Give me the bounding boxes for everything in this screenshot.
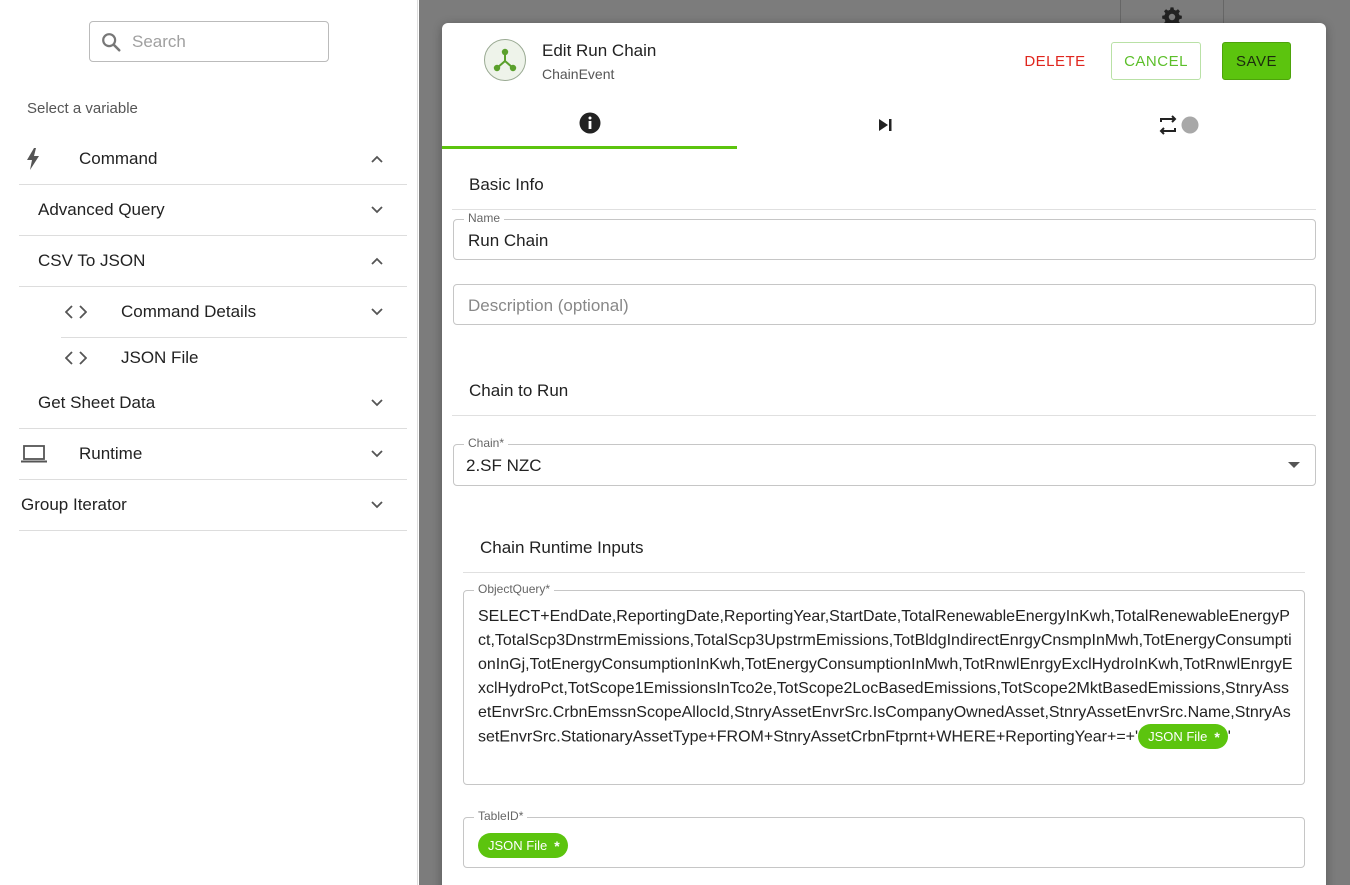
tree-item-label: JSON File [121,348,199,367]
modal-tabs [442,100,1326,149]
table-id-label: TableID* [474,809,528,823]
basic-info-heading: Basic Info [469,175,544,194]
tree-item-csv-to-json[interactable]: CSV To JSON [19,236,407,287]
tab-info[interactable] [442,100,737,149]
chain-select-label: Chain* [464,436,509,450]
info-icon [579,112,600,134]
chain-to-run-heading: Chain to Run [469,381,569,400]
code-brackets-icon [65,305,87,319]
tree-item-command[interactable]: Command [19,134,407,185]
variable-pill[interactable]: JSON File * [478,833,568,858]
object-query-label: ObjectQuery* [474,582,555,596]
search-box[interactable] [89,21,329,62]
tree-item-command-details[interactable]: Command Details [61,287,407,338]
name-field-label: Name [464,211,505,225]
select-variable-label: Select a variable [27,100,138,117]
name-field[interactable]: Name Run Chain [453,211,1316,260]
tree-item-label: Group Iterator [21,495,127,514]
chain-select-value: 2.SF NZC [466,456,542,475]
tree-item-get-sheet-data[interactable]: Get Sheet Data [19,378,407,429]
modal-subtitle: ChainEvent [542,66,615,82]
table-id-field[interactable]: TableID* JSON File * [463,809,1305,868]
chain-select[interactable]: Chain* 2.SF NZC [453,436,1316,486]
lightning-icon [27,148,39,170]
chevron-down-icon[interactable] [371,308,383,316]
chain-network-icon [484,39,526,81]
chevron-down-icon[interactable] [371,206,383,214]
name-field-value: Run Chain [468,231,549,250]
pill-remove-icon[interactable]: * [554,838,559,854]
tree-item-label: Advanced Query [38,200,165,219]
modal-header: Edit Run Chain ChainEvent DELETE CANCEL … [442,23,1326,97]
tree-item-label: Get Sheet Data [38,393,156,412]
code-brackets-icon [65,351,87,365]
divider [452,209,1316,210]
object-query-value[interactable]: SELECT+EndDate,ReportingDate,ReportingYe… [478,605,1296,750]
chevron-up-icon[interactable] [371,155,383,163]
pill-label: JSON File [1148,728,1208,744]
divider [452,415,1316,416]
tree-item-label: Runtime [79,444,143,463]
tree-item-advanced-query[interactable]: Advanced Query [19,185,407,236]
tree-item-label: Command [79,149,158,168]
tab-repeat[interactable] [1032,100,1326,149]
runtime-inputs-heading: Chain Runtime Inputs [480,538,644,557]
variable-pill[interactable]: JSON File * [1138,724,1228,749]
variable-sidebar: Select a variable Command Advanced Query… [0,0,418,885]
object-query-suffix: ' [1227,728,1231,746]
divider [463,572,1305,573]
tree-item-group-iterator[interactable]: Group Iterator [19,480,407,531]
tree-item-runtime[interactable]: Runtime [19,429,407,480]
search-icon [102,32,121,52]
tree-item-json-file[interactable]: JSON File [61,338,407,378]
tree-item-label: CSV To JSON [38,251,146,270]
delete-button[interactable]: DELETE [1020,42,1090,80]
variable-tree: Command Advanced Query CSV To JSON Comma… [19,134,407,531]
dropdown-arrow-icon[interactable] [1288,462,1300,468]
chevron-down-icon[interactable] [371,399,383,407]
description-placeholder: Description (optional) [468,296,629,315]
search-input[interactable] [132,31,312,52]
chevron-down-icon[interactable] [371,450,383,458]
object-query-field[interactable]: ObjectQuery* SELECT+EndDate,ReportingDat… [463,582,1305,785]
tab-next[interactable] [737,100,1032,149]
pill-remove-icon[interactable]: * [1214,725,1219,749]
skip-next-icon [878,118,891,131]
save-button[interactable]: SAVE [1222,42,1291,80]
chevron-up-icon[interactable] [371,257,383,265]
modal-title: Edit Run Chain [542,41,657,60]
pill-label: JSON File [488,838,548,853]
edit-run-chain-modal: Edit Run Chain ChainEvent DELETE CANCEL … [442,23,1326,885]
repeat-icon [1159,114,1199,135]
chevron-down-icon[interactable] [371,501,383,509]
description-field[interactable]: Description (optional) [453,284,1316,325]
tree-item-label: Command Details [121,302,257,321]
cancel-button[interactable]: CANCEL [1111,42,1201,80]
laptop-icon [21,445,47,463]
